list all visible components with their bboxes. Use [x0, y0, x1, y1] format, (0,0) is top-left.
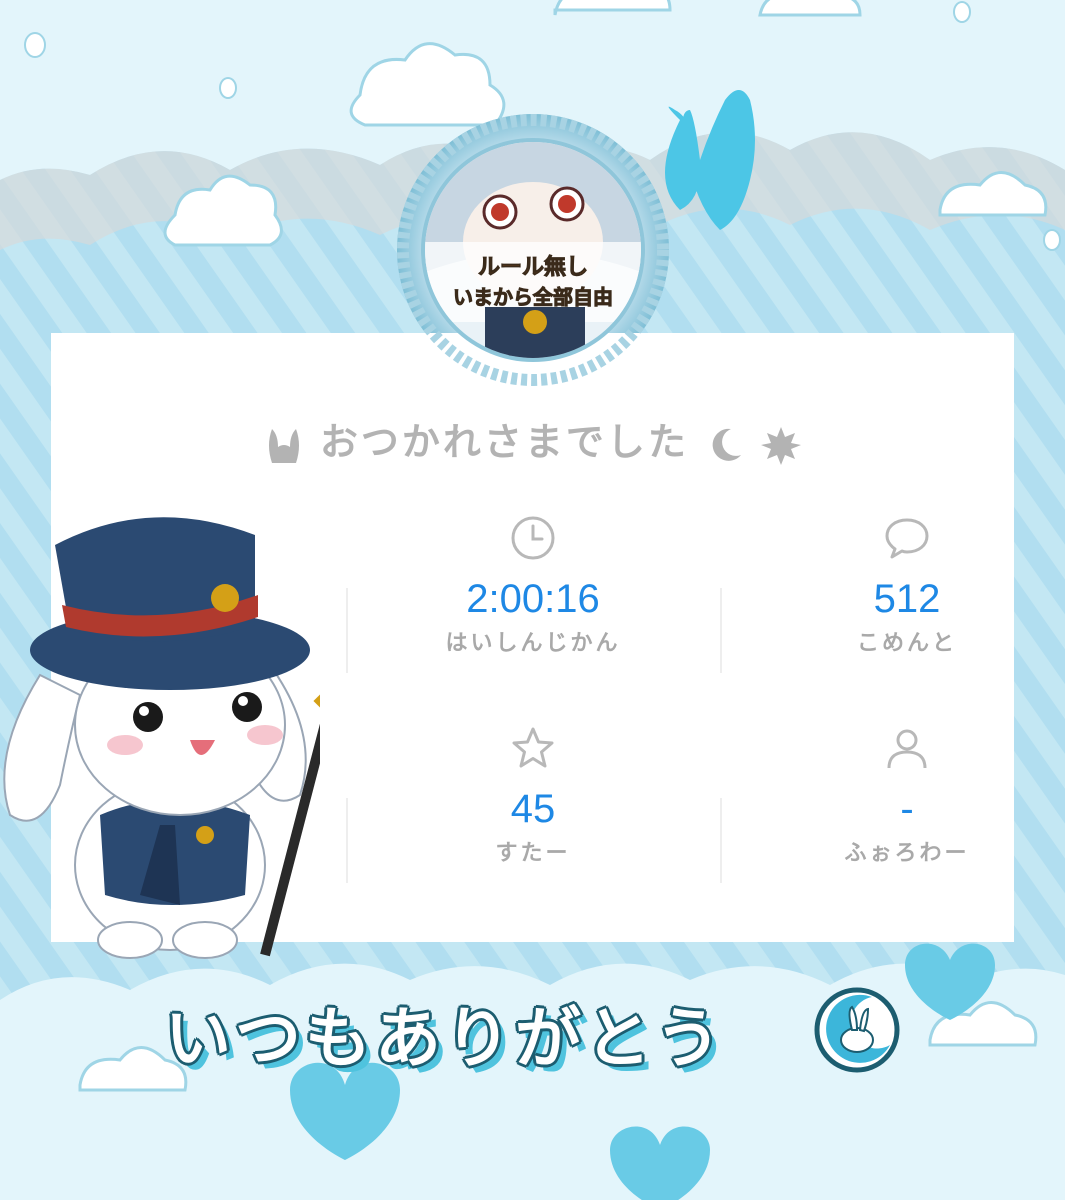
- person-icon: [757, 723, 1057, 773]
- thanks-message: いつもありがとう: [165, 1000, 725, 1077]
- divider: [346, 798, 348, 883]
- clock-icon: [383, 513, 683, 563]
- card-title: おつかれさまでした: [51, 411, 1014, 466]
- avatar-text-line2: いまから全部自由: [453, 285, 613, 309]
- stat-stars: 45 すたー: [383, 723, 683, 867]
- avatar-text-line1: ルール無し: [478, 254, 588, 280]
- divider: [346, 588, 348, 673]
- moon-bunny-logo: [814, 987, 900, 1073]
- stat-value: 512: [873, 577, 941, 621]
- moon-icon: [705, 423, 761, 464]
- stat-stream-time: 2:00:16 はいしんじかん: [383, 513, 683, 657]
- stat-value: 45: [510, 787, 556, 831]
- stat-label: すたー: [495, 841, 571, 866]
- stat-label: こめんと: [856, 631, 957, 656]
- streamer-avatar: ルール無し いまから全部自由: [397, 114, 669, 386]
- sun-icon: [760, 423, 801, 465]
- stat-comments: 512 こめんと: [757, 513, 1057, 657]
- star-icon: [383, 723, 683, 773]
- stat-followers: - ふぉろわー: [757, 723, 1057, 867]
- stat-label: はいしんじかん: [445, 631, 621, 656]
- mascot-bunny-illustration: [3, 517, 320, 959]
- bunny-icon: [264, 423, 320, 464]
- divider: [720, 798, 722, 883]
- comment-icon: [757, 513, 1057, 563]
- stat-label: ふぉろわー: [844, 841, 970, 866]
- divider: [720, 588, 722, 673]
- stat-value: 2:00:16: [466, 577, 600, 621]
- card-title-text: おつかれさまでした: [319, 420, 689, 464]
- stat-value: -: [900, 787, 914, 831]
